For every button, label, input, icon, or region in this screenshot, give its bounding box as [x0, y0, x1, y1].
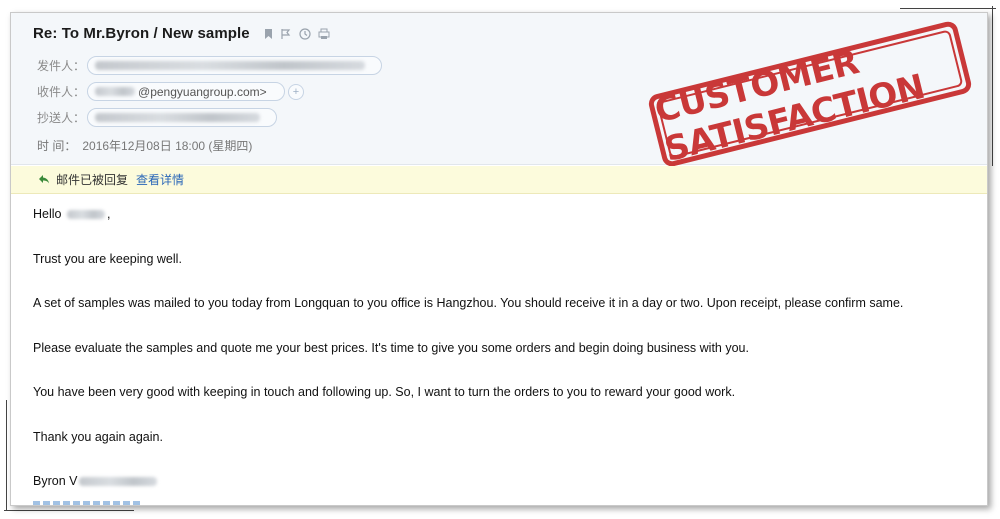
email-frame: Re: To Mr.Byron / New sample 发件人： 收件人： @…	[10, 12, 988, 506]
time-row: 时 间： 2016年12月08日 18:00 (星期四)	[37, 137, 252, 154]
add-recipient-button[interactable]: +	[288, 83, 305, 100]
cc-row: 抄送人：	[37, 108, 278, 127]
email-body: Hello , Trust you are keeping well. A se…	[33, 206, 983, 489]
paragraph-4: You have been very good with keeping in …	[33, 385, 736, 399]
frame-line-top	[900, 8, 996, 9]
paragraph-5: Thank you again again.	[33, 429, 163, 444]
time-label: 时 间：	[37, 139, 77, 153]
print-icon[interactable]	[318, 28, 330, 40]
redacted-sender	[95, 61, 366, 70]
replied-status-bar: 邮件已被回复 查看详情	[11, 166, 987, 194]
subject-row: Re: To Mr.Byron / New sample	[33, 25, 330, 42]
paragraph-2: A set of samples was mailed to you today…	[33, 296, 904, 310]
email-header: Re: To Mr.Byron / New sample 发件人： 收件人： @…	[11, 13, 987, 170]
from-row: 发件人：	[37, 56, 383, 75]
to-label: 收件人：	[37, 85, 86, 99]
subject-icons	[264, 27, 330, 40]
greeting-prefix: Hello	[33, 207, 62, 221]
from-label: 发件人：	[37, 59, 86, 73]
redacted-phone-line	[33, 501, 143, 505]
signature-prefix: Byron V	[33, 474, 78, 488]
paragraph-1: Trust you are keeping well.	[33, 251, 182, 266]
frame-line-right	[992, 6, 993, 166]
redacted-signature	[79, 477, 158, 487]
redacted-recipient	[95, 87, 136, 96]
view-details-link[interactable]: 查看详情	[136, 171, 184, 188]
redacted-cc	[95, 113, 261, 122]
to-address-chip[interactable]: @pengyuangroup.com>	[87, 82, 286, 101]
bookmark-icon[interactable]	[264, 28, 273, 40]
frame-line-left	[6, 400, 7, 510]
greeting-line: Hello ,	[33, 206, 983, 222]
paragraph-3: Please evaluate the samples and quote me…	[33, 340, 749, 355]
from-address-chip[interactable]	[87, 56, 383, 75]
clock-icon[interactable]	[299, 27, 311, 40]
frame-line-bottom	[4, 510, 134, 511]
cc-address-chip[interactable]	[87, 108, 278, 127]
flag-icon[interactable]	[280, 28, 292, 40]
reply-arrow-icon	[38, 173, 50, 187]
stamp-text: CUSTOMER SATISFACTION	[650, 42, 929, 171]
signature-line: Byron V	[33, 473, 983, 489]
customer-satisfaction-stamp: CUSTOMER SATISFACTION	[646, 19, 974, 171]
greeting-suffix: ,	[106, 207, 111, 221]
cc-label: 抄送人：	[37, 111, 86, 125]
redacted-name	[66, 210, 105, 220]
to-address-domain: @pengyuangroup.com>	[138, 84, 267, 99]
replied-status-text: 邮件已被回复	[56, 173, 129, 187]
email-subject: Re: To Mr.Byron / New sample	[33, 25, 250, 42]
to-row: 收件人： @pengyuangroup.com> +	[37, 82, 305, 101]
time-value: 2016年12月08日 18:00 (星期四)	[82, 139, 253, 153]
